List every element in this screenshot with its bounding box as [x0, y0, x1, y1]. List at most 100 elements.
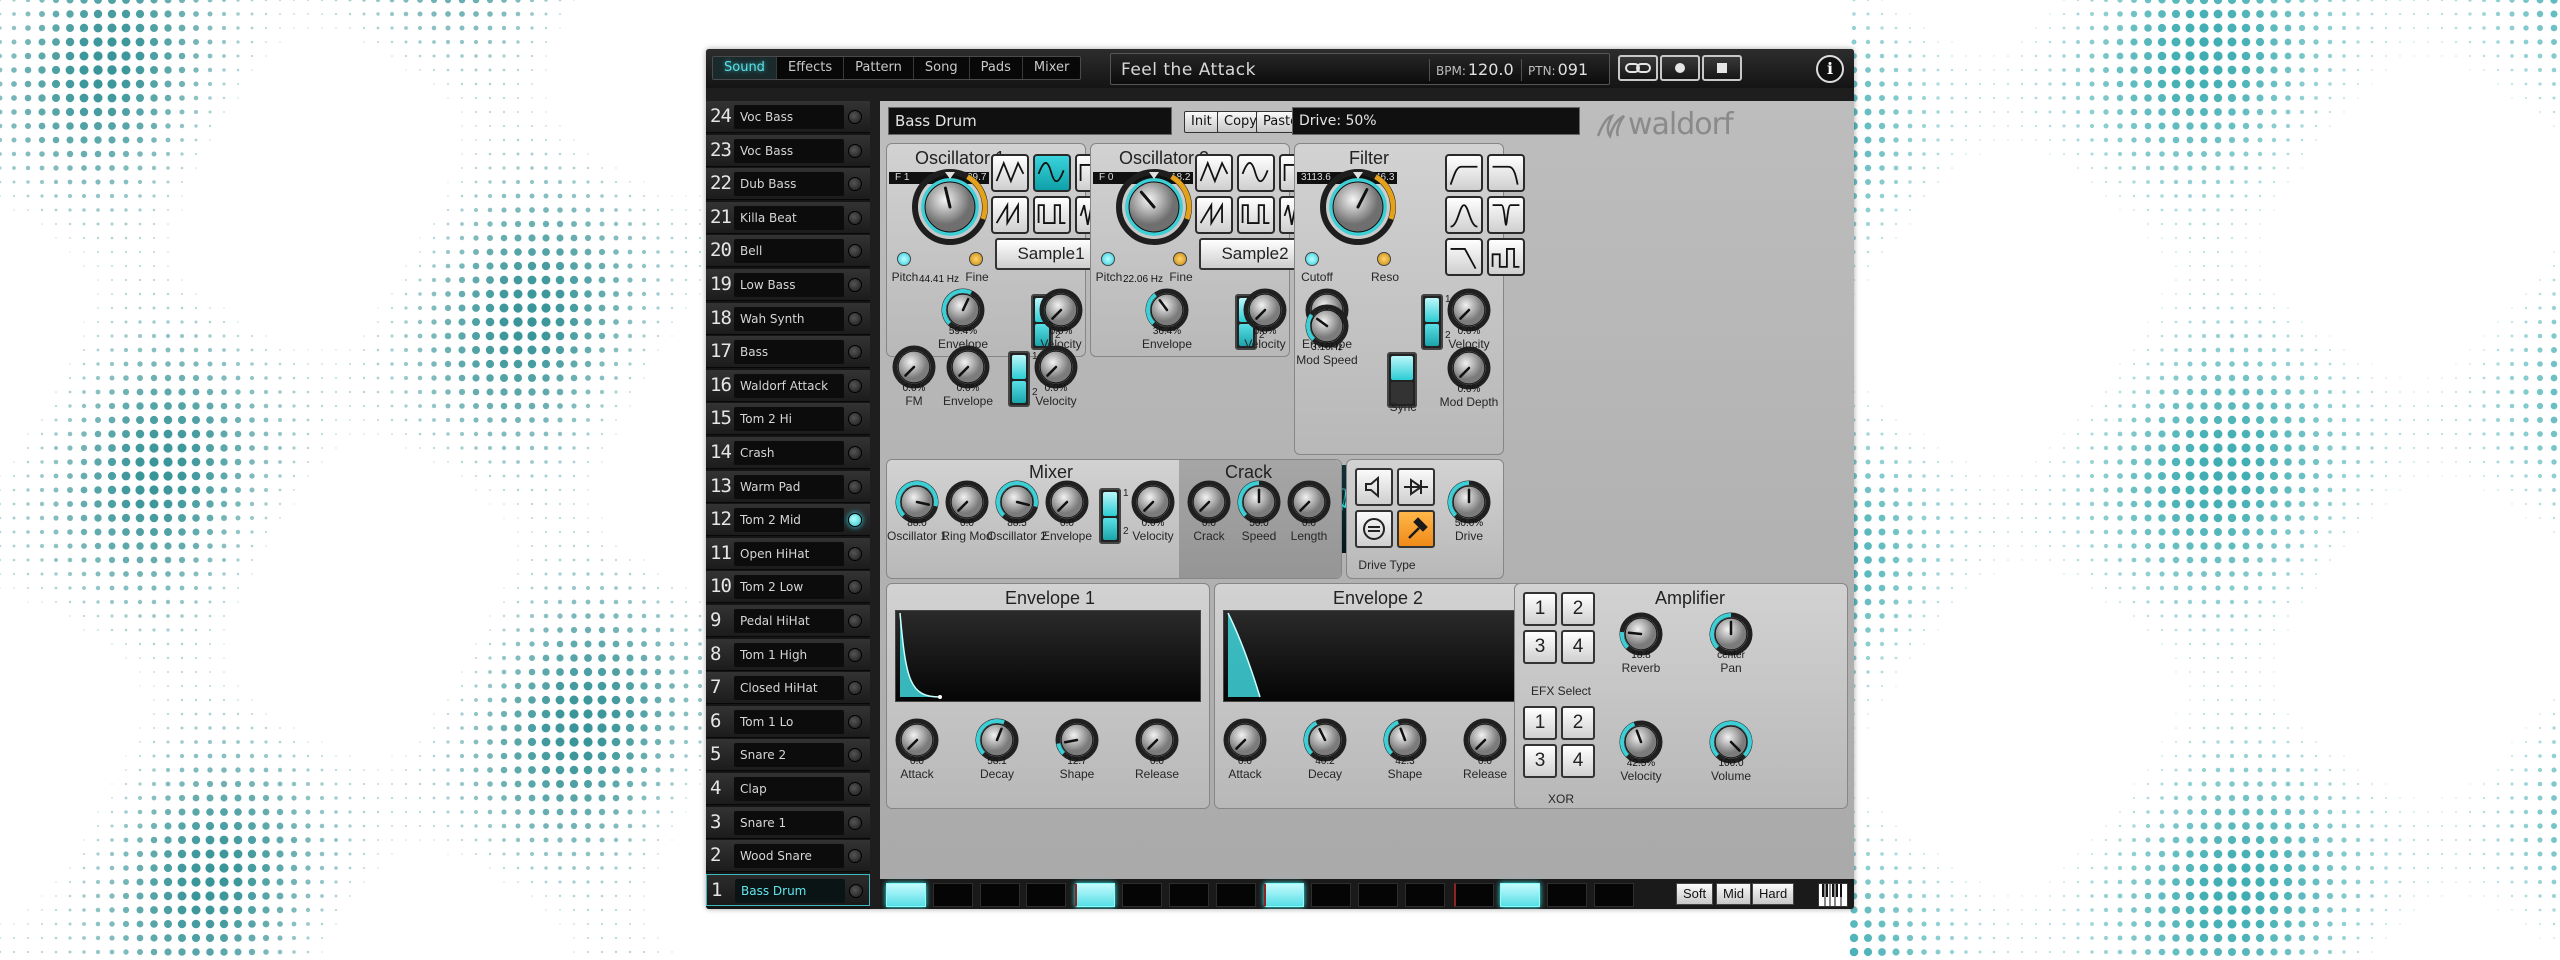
sound-slot-led[interactable] [848, 177, 862, 192]
osc2-pitch-led[interactable] [1101, 252, 1115, 266]
sequencer-step[interactable] [1168, 883, 1209, 907]
stop-button[interactable] [1702, 55, 1742, 81]
filter-mod-speed-knob[interactable]: 3.16Hz Mod Speed [1296, 304, 1358, 367]
sequencer-step[interactable] [1358, 883, 1398, 907]
fm-env-toggle[interactable] [1008, 351, 1030, 407]
envelope-knob[interactable]: 12.7 Shape [1055, 718, 1099, 781]
drive-type-diode[interactable] [1397, 468, 1435, 506]
sound-slot-led[interactable] [848, 210, 862, 225]
sequencer-step[interactable] [1500, 883, 1541, 907]
sound-slot[interactable]: 8 Tom 1 High [706, 638, 870, 671]
sound-slot[interactable]: 12 Tom 2 Mid [706, 504, 870, 537]
velocity-hard-button[interactable]: Hard [1752, 883, 1795, 905]
sequencer-step[interactable] [1404, 883, 1445, 907]
sound-slot-led[interactable] [848, 278, 862, 292]
sound-slot-led[interactable] [848, 681, 862, 696]
sound-slot[interactable]: 7 Closed HiHat [706, 672, 870, 705]
pulse-wave-button[interactable] [1033, 196, 1071, 234]
tri-wave-button[interactable] [991, 154, 1029, 192]
sound-slot-led[interactable] [848, 546, 862, 561]
tri-wave-button[interactable] [1195, 154, 1233, 192]
comb-wave-button[interactable] [1487, 238, 1525, 276]
fm-envelope-knob[interactable]: 0.0% Envelope [943, 345, 993, 408]
mixer-knob[interactable]: 88.0 Oscillator 1 [887, 480, 947, 543]
sound-slot-led[interactable] [848, 311, 862, 326]
info-button[interactable]: i [1816, 55, 1844, 83]
sound-slot[interactable]: 15 Tom 2 Hi [706, 403, 870, 436]
sound-slot[interactable]: 20 Bell [706, 235, 870, 268]
tab-pattern[interactable]: Pattern [844, 57, 914, 79]
xor-button[interactable]: 3 [1523, 744, 1557, 778]
sound-slot-led[interactable] [848, 782, 862, 796]
osc1-envelope-knob[interactable]: 59.4% Envelope [938, 288, 988, 351]
tab-song[interactable]: Song [914, 57, 970, 79]
sequencer-step[interactable] [1547, 883, 1588, 907]
mixer-env-toggle[interactable] [1099, 488, 1121, 544]
bp-wave-button[interactable] [1445, 196, 1483, 234]
filter-mod-depth-knob[interactable]: 0.0% Mod Depth [1440, 346, 1498, 409]
mixer-knob[interactable]: 88.5 Oscillator 2 [987, 480, 1047, 543]
link-button[interactable] [1618, 55, 1658, 81]
drive-knob[interactable]: 50.0% Drive [1447, 480, 1491, 543]
volume-knob[interactable]: 100.0 Volume [1709, 720, 1753, 783]
hp-wave-button[interactable] [1445, 154, 1483, 192]
osc1-pitch-knob[interactable] [911, 168, 989, 246]
mixer-velocity-knob[interactable]: 0.0% Velocity [1131, 480, 1175, 543]
drive-type-tube[interactable] [1355, 468, 1393, 506]
sound-slot[interactable]: 18 Wah Synth [706, 302, 870, 335]
xor-button[interactable]: 2 [1561, 706, 1595, 740]
sound-slot[interactable]: 24 Voc Bass [706, 101, 870, 133]
envelope-1-display[interactable] [895, 610, 1201, 702]
tab-effects[interactable]: Effects [777, 57, 845, 79]
sound-name-field[interactable]: Bass Drum [888, 107, 1172, 135]
sound-slot-led[interactable] [848, 143, 862, 158]
sequencer-step[interactable] [886, 883, 926, 907]
sound-slot[interactable]: 9 Pedal HiHat [706, 605, 870, 637]
osc2-fine-led[interactable] [1173, 252, 1187, 266]
sound-slot[interactable]: 16 Waldorf Attack [706, 369, 870, 402]
sine-wave-button[interactable] [1033, 154, 1071, 192]
init-button[interactable]: Init [1184, 111, 1219, 133]
sequencer-step[interactable] [1215, 883, 1256, 907]
mixer-knob[interactable]: 0.0 Ring Mod [941, 480, 993, 543]
envelope-knob[interactable]: 0.0 Release [1463, 718, 1507, 781]
velocity-soft-button[interactable]: Soft [1676, 883, 1714, 905]
record-button[interactable] [1660, 55, 1700, 81]
sound-slot-led[interactable] [848, 815, 862, 830]
amp-velocity-knob[interactable]: 42.5% Velocity [1619, 720, 1663, 783]
sound-slot-led[interactable] [848, 345, 862, 360]
sound-slot-led[interactable] [848, 110, 862, 124]
osc1-fine-led[interactable] [969, 252, 983, 266]
sequencer-step[interactable] [1311, 883, 1352, 907]
reverb-knob[interactable]: 18.8 Reverb [1619, 612, 1663, 675]
sound-slot[interactable]: 6 Tom 1 Lo [706, 705, 870, 738]
sound-slot[interactable]: 2 Wood Snare [706, 840, 870, 873]
sequencer-step[interactable] [1122, 883, 1162, 907]
envelope-knob[interactable]: 0.0 Attack [895, 718, 939, 781]
velocity-mid-button[interactable]: Mid [1716, 883, 1751, 905]
sound-slot-led[interactable] [848, 647, 862, 662]
fm-knob[interactable]: 0.0% FM [892, 345, 936, 408]
sound-slot[interactable]: 5 Snare 2 [706, 739, 870, 772]
sound-slot[interactable]: 19 Low Bass [706, 269, 870, 301]
pattern-display[interactable]: PTN: 091 [1521, 59, 1588, 81]
sound-slot[interactable]: 17 Bass [706, 336, 870, 369]
crack-knob[interactable]: 50.0 Speed [1237, 480, 1281, 543]
filter-env-toggle[interactable] [1421, 294, 1443, 350]
pan-knob[interactable]: center Pan [1709, 612, 1753, 675]
sound-slot[interactable]: 4 Clap [706, 773, 870, 805]
filter-cutoff-led[interactable] [1305, 252, 1319, 266]
sound-slot[interactable]: 1 Bass Drum [706, 873, 870, 906]
sequencer-step[interactable] [1453, 883, 1494, 907]
sequencer-step[interactable] [1264, 883, 1305, 907]
sound-slot-led[interactable] [849, 883, 863, 898]
saw-wave-button[interactable] [1195, 196, 1233, 234]
envelope-knob[interactable]: 42.3 Shape [1383, 718, 1427, 781]
efx-button[interactable]: 4 [1561, 630, 1595, 664]
sequencer-step[interactable] [1594, 883, 1634, 907]
sound-slot-led[interactable] [848, 479, 862, 494]
notch-wave-button[interactable] [1487, 196, 1525, 234]
sound-slot[interactable]: 13 Warm Pad [706, 470, 870, 503]
sine-wave-button[interactable] [1237, 154, 1275, 192]
sound-slot[interactable]: 10 Tom 2 Low [706, 571, 870, 604]
